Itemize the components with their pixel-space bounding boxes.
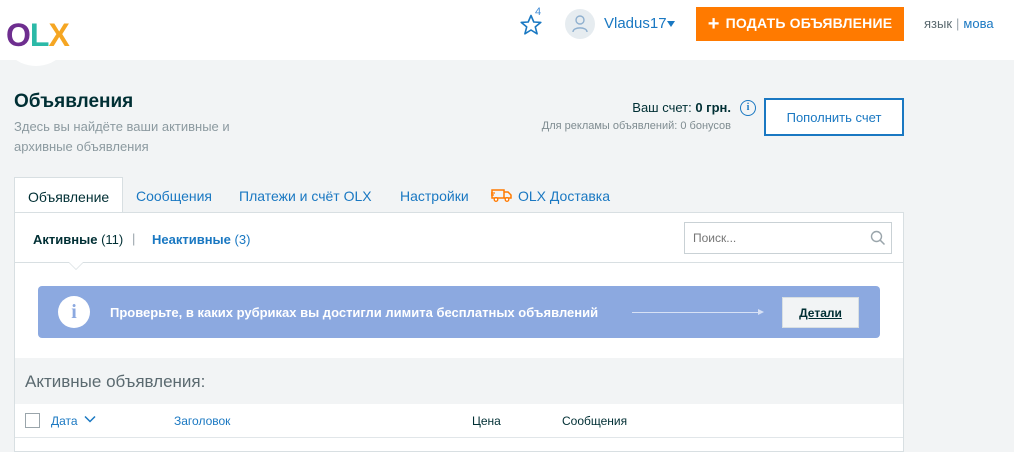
- tab-delivery[interactable]: OLX Доставка: [518, 177, 610, 213]
- arrow-right-icon: [758, 309, 764, 315]
- balance-value: 0 грн.: [695, 100, 731, 115]
- notice-arrow-line: [632, 312, 762, 313]
- column-price: Цена: [472, 414, 501, 428]
- search-icon[interactable]: [870, 230, 886, 246]
- subtab-active-label: Активные: [33, 232, 98, 247]
- subtab-inactive[interactable]: Неактивные (3): [152, 232, 250, 247]
- favorites-count: 4: [535, 6, 542, 18]
- active-ads-title: Активные объявления:: [25, 372, 206, 391]
- account-balance: Ваш счет: 0 грн.: [632, 100, 731, 115]
- tab-payments[interactable]: Платежи и счёт OLX: [239, 177, 372, 213]
- truck-icon: [491, 189, 512, 202]
- column-messages: Сообщения: [562, 414, 628, 428]
- page-subtitle: Здесь вы найдёте ваши активные и архивны…: [14, 119, 230, 154]
- lang-ru[interactable]: язык: [924, 16, 952, 31]
- post-ad-button[interactable]: + ПОДАТЬ ОБЪЯВЛЕНИЕ: [696, 7, 904, 41]
- balance-label: Ваш счет:: [632, 100, 696, 115]
- subtab-inactive-label: Неактивные: [152, 232, 231, 247]
- lang-ua[interactable]: мова: [963, 16, 993, 31]
- subtab-active[interactable]: Активные (11): [33, 232, 123, 247]
- tab-messages[interactable]: Сообщения: [136, 177, 212, 213]
- search-input[interactable]: [684, 222, 892, 254]
- chevron-down-icon[interactable]: [667, 21, 675, 27]
- info-icon[interactable]: i: [740, 100, 756, 116]
- page-title: Объявления: [14, 91, 134, 112]
- info-icon: i: [58, 296, 90, 328]
- bonus-text: Для рекламы объявлений: 0 бонусов: [541, 120, 731, 132]
- notice-text: Проверьте, в каких рубриках вы достигли …: [110, 305, 599, 320]
- details-button[interactable]: Детали: [782, 297, 859, 328]
- lang-separator: |: [956, 16, 960, 31]
- logo-letter-o: O: [6, 17, 31, 53]
- subtab-divider: [15, 262, 903, 263]
- avatar[interactable]: [565, 9, 595, 39]
- subtab-separator: |: [132, 231, 136, 246]
- post-ad-label: ПОДАТЬ ОБЪЯВЛЕНИЕ: [725, 14, 893, 31]
- subtab-inactive-count: (3): [234, 232, 251, 247]
- column-title[interactable]: Заголовок: [174, 414, 230, 428]
- table-header-divider: [15, 437, 903, 438]
- username-link[interactable]: Vladus17: [604, 15, 667, 32]
- subtab-pointer-fill: [69, 262, 83, 269]
- olx-logo[interactable]: OLX: [6, 17, 70, 54]
- column-date[interactable]: Дата: [51, 414, 78, 428]
- subtab-active-count: (11): [101, 232, 124, 247]
- topup-button[interactable]: Пополнить счет: [764, 98, 904, 136]
- tab-bar: Объявление Сообщения Платежи и счёт OLX …: [14, 177, 904, 214]
- plus-icon: +: [707, 12, 720, 35]
- chevron-down-icon[interactable]: [84, 414, 96, 424]
- logo-letter-l: L: [29, 17, 50, 53]
- language-switcher: язык | мова: [924, 16, 994, 31]
- tab-ads[interactable]: Объявление: [14, 177, 124, 214]
- select-all-checkbox[interactable]: [25, 413, 40, 428]
- tab-settings[interactable]: Настройки: [400, 177, 469, 213]
- logo-letter-x: X: [48, 17, 69, 53]
- user-icon: [572, 15, 588, 33]
